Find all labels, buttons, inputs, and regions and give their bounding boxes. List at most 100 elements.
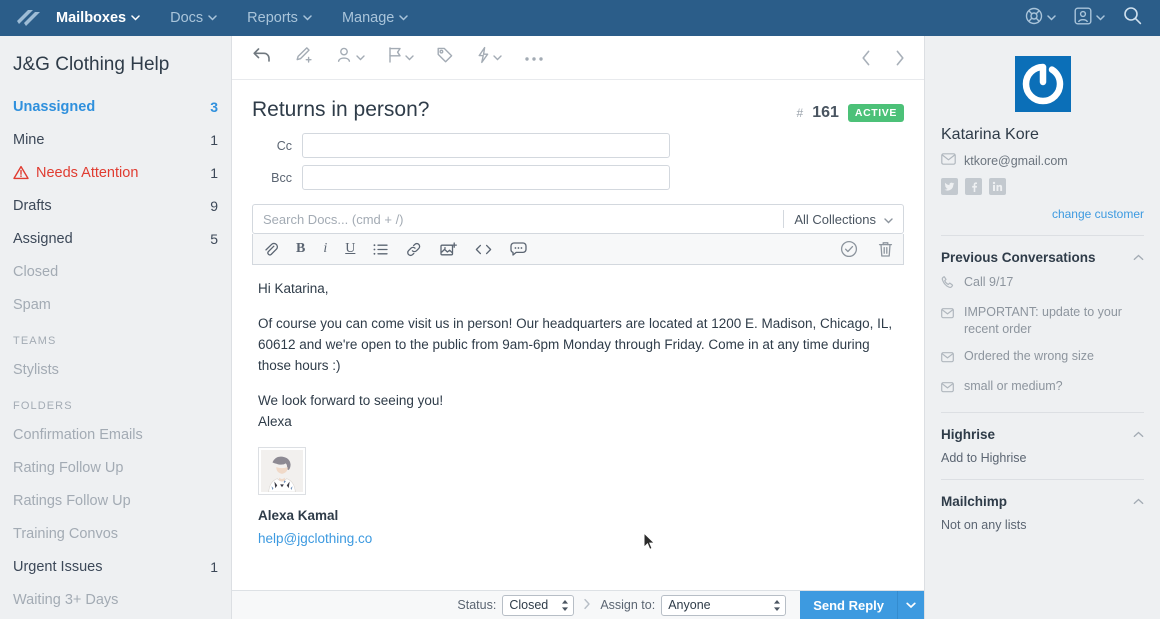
- assign-button[interactable]: [336, 46, 365, 69]
- send-options-button[interactable]: [898, 590, 924, 619]
- workflow-button[interactable]: [476, 46, 502, 69]
- list-item[interactable]: Ordered the wrong size: [941, 348, 1144, 368]
- nav-item-docs[interactable]: Docs: [170, 10, 217, 26]
- search-button[interactable]: [1123, 6, 1142, 30]
- chevron-down-icon: [1047, 15, 1056, 21]
- sidebar-item-label: Stylists: [13, 361, 59, 378]
- add-note-button[interactable]: [294, 46, 314, 69]
- bullet-list-icon[interactable]: [373, 243, 389, 256]
- ticket-hash: #: [796, 106, 804, 120]
- bcc-input[interactable]: [302, 165, 670, 190]
- highrise-header: Highrise: [941, 427, 1144, 442]
- sidebar-item-mine[interactable]: Mine 1: [0, 123, 231, 156]
- sidebar-item-needs-attention[interactable]: Needs Attention 1: [0, 156, 231, 189]
- sidebar-item-waiting-3-days[interactable]: Waiting 3+ Days: [0, 583, 231, 616]
- divider: [941, 235, 1144, 236]
- more-options-button[interactable]: [524, 49, 544, 67]
- help-menu-button[interactable]: [1025, 7, 1056, 30]
- sidebar-item-urgent-issues[interactable]: Urgent Issues 1: [0, 550, 231, 583]
- nav-item-label: Mailboxes: [56, 10, 127, 26]
- chevron-down-icon: [131, 15, 140, 21]
- reply-editor[interactable]: Hi Katarina, Of course you can come visi…: [252, 265, 904, 550]
- sidebar-item-closed[interactable]: Closed: [0, 255, 231, 288]
- sidebar-item-count: 9: [210, 197, 218, 214]
- sidebar-item-rating-follow-up[interactable]: Rating Follow Up: [0, 451, 231, 484]
- list-item[interactable]: Call 9/17: [941, 274, 1144, 294]
- status-select[interactable]: Closed: [502, 594, 575, 616]
- list-item[interactable]: small or medium?: [941, 378, 1144, 398]
- assign-label: Assign to:: [600, 598, 656, 612]
- chevron-down-icon: [356, 54, 365, 61]
- assign-select[interactable]: Anyone: [661, 594, 787, 616]
- chevron-right-icon[interactable]: [894, 49, 906, 67]
- chevron-up-icon[interactable]: [1133, 254, 1144, 261]
- format-toolbar: B i U: [252, 234, 904, 265]
- conversation-nav: [860, 49, 906, 67]
- customer-sidebar: Katarina Kore ktkore@gmail.com change cu…: [925, 36, 1160, 619]
- trash-icon[interactable]: [878, 241, 893, 258]
- sidebar-item-training-convos[interactable]: Training Convos: [0, 517, 231, 550]
- nav-item-manage[interactable]: Manage: [342, 10, 409, 26]
- editor-paragraph: Of course you can come visit us in perso…: [258, 315, 893, 373]
- signature-email[interactable]: help@jgclothing.co: [258, 529, 898, 550]
- docs-search-bar: All Collections: [252, 204, 904, 234]
- reply-arrow-icon: [252, 46, 272, 69]
- bcc-row: Bcc: [252, 165, 904, 190]
- underline-icon[interactable]: U: [345, 241, 355, 257]
- nav-item-reports[interactable]: Reports: [247, 10, 312, 26]
- sidebar-section-folders: FOLDERS: [13, 400, 73, 412]
- assign-person-icon: [336, 46, 354, 69]
- sidebar-item-unassigned[interactable]: Unassigned 3: [0, 90, 231, 123]
- send-reply-button[interactable]: Send Reply: [800, 590, 898, 619]
- chevron-up-icon[interactable]: [1133, 431, 1144, 438]
- list-item[interactable]: IMPORTANT: update to your recent order: [941, 304, 1144, 338]
- docs-search-input[interactable]: [253, 211, 784, 227]
- twitter-icon[interactable]: [941, 178, 958, 195]
- check-circle-icon[interactable]: [840, 240, 858, 258]
- sidebar-item-label: Mine: [13, 131, 45, 148]
- cc-row: Cc: [252, 133, 904, 158]
- link-icon[interactable]: [406, 242, 422, 257]
- sidebar-item-label: Assigned: [13, 230, 73, 247]
- editor-greeting: Hi Katarina,: [258, 281, 329, 296]
- list-item-label: Call 9/17: [964, 275, 1014, 289]
- saved-reply-icon[interactable]: [510, 242, 528, 256]
- previous-conversations-header: Previous Conversations: [941, 250, 1144, 265]
- bold-icon[interactable]: B: [296, 241, 305, 257]
- sidebar-item-count: 3: [210, 98, 218, 115]
- cc-input[interactable]: [302, 133, 670, 158]
- add-to-highrise-link[interactable]: Add to Highrise: [941, 451, 1144, 465]
- nav-item-mailboxes[interactable]: Mailboxes: [56, 10, 140, 26]
- code-icon[interactable]: [475, 243, 492, 256]
- customer-email-row: ktkore@gmail.com: [941, 153, 1144, 168]
- helpscout-logo-icon[interactable]: [0, 8, 56, 28]
- insert-image-icon[interactable]: [440, 241, 458, 257]
- change-customer-link[interactable]: change customer: [941, 207, 1144, 221]
- sidebar-item-label: Unassigned: [13, 98, 96, 115]
- nav-right-actions: [1025, 6, 1160, 30]
- conversation-panel: Returns in person? # 161 ACTIVE Cc Bcc S…: [232, 36, 925, 619]
- sidebar-item-ratings-follow-up[interactable]: Ratings Follow Up: [0, 484, 231, 517]
- italic-icon[interactable]: i: [323, 241, 327, 257]
- collections-dropdown[interactable]: All Collections: [784, 212, 903, 227]
- sidebar-item-stylists[interactable]: Stylists: [0, 353, 231, 386]
- linkedin-icon[interactable]: [989, 178, 1006, 195]
- sidebar-item-spam[interactable]: Spam: [0, 288, 231, 321]
- flag-button[interactable]: [387, 46, 414, 69]
- customer-email[interactable]: ktkore@gmail.com: [964, 154, 1068, 168]
- sidebar-item-confirmation-emails[interactable]: Confirmation Emails: [0, 418, 231, 451]
- profile-menu-button[interactable]: [1074, 7, 1105, 30]
- customer-name: Katarina Kore: [941, 126, 1039, 143]
- sidebar-item-label: Drafts: [13, 197, 52, 214]
- chevron-up-icon[interactable]: [1133, 498, 1144, 505]
- sidebar-item-assigned[interactable]: Assigned 5: [0, 222, 231, 255]
- tag-button[interactable]: [436, 46, 454, 69]
- reply-button[interactable]: [252, 46, 272, 69]
- stepper-arrows-icon: [561, 599, 569, 612]
- sidebar-item-drafts[interactable]: Drafts 9: [0, 189, 231, 222]
- bcc-label: Bcc: [271, 170, 292, 185]
- facebook-icon[interactable]: [965, 178, 982, 195]
- status-label: Status:: [457, 598, 497, 612]
- attachment-paperclip-icon[interactable]: [263, 242, 278, 257]
- chevron-left-icon[interactable]: [860, 49, 872, 67]
